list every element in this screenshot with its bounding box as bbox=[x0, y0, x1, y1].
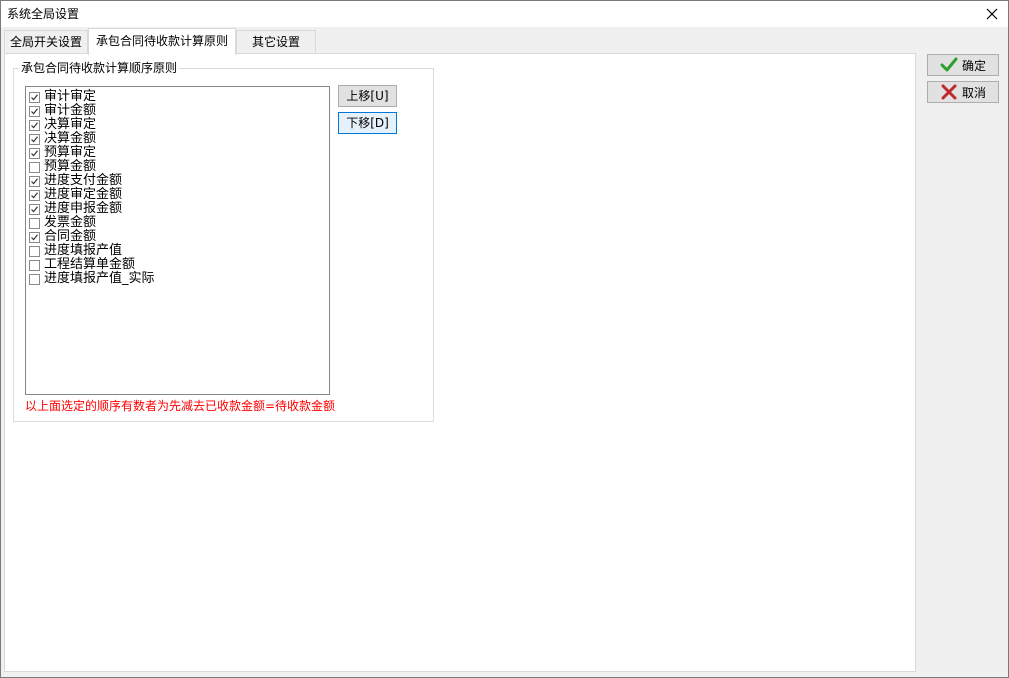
move-down-button[interactable]: 下移[D] bbox=[338, 112, 397, 134]
ok-label: 确定 bbox=[961, 58, 986, 73]
checkbox[interactable] bbox=[29, 147, 40, 159]
list-item-label: 进度申报金额 bbox=[44, 201, 123, 216]
cancel-label: 取消 bbox=[961, 85, 986, 100]
checkbox[interactable] bbox=[29, 231, 40, 243]
checkbox[interactable] bbox=[29, 203, 40, 215]
list-item[interactable]: 工程结算单金额 bbox=[29, 258, 135, 272]
list-item-label: 决算金额 bbox=[44, 131, 97, 146]
list-item-label: 审计金额 bbox=[44, 103, 97, 118]
checkbox[interactable] bbox=[29, 245, 40, 257]
ok-button[interactable]: 确定 bbox=[927, 54, 999, 76]
window-title: 系统全局设置 bbox=[7, 7, 80, 21]
checkbox[interactable] bbox=[29, 217, 40, 229]
settings-window: 系统全局设置 全局开关设置 承包合同待收款计算原则 其它设置 承包合同待收款计算… bbox=[0, 0, 1009, 678]
list-item[interactable]: 审计金额 bbox=[29, 104, 96, 118]
list-item-label: 进度填报产值 bbox=[44, 243, 123, 258]
list-item[interactable]: 进度填报产值_实际 bbox=[29, 272, 155, 286]
checkmark-icon bbox=[940, 57, 958, 72]
checkbox[interactable] bbox=[29, 189, 40, 201]
list-item[interactable]: 合同金额 bbox=[29, 230, 96, 244]
x-icon bbox=[941, 84, 957, 100]
title-bar: 系统全局设置 bbox=[1, 1, 1008, 27]
list-item-label: 发票金额 bbox=[44, 215, 97, 230]
list-item[interactable]: 决算金额 bbox=[29, 132, 96, 146]
checkbox[interactable] bbox=[29, 161, 40, 173]
list-item-label: 合同金额 bbox=[44, 229, 97, 244]
tab-strip: 全局开关设置 承包合同待收款计算原则 其它设置 bbox=[4, 28, 324, 55]
close-button[interactable] bbox=[982, 4, 1002, 24]
checkbox[interactable] bbox=[29, 119, 40, 131]
list-item[interactable]: 预算金额 bbox=[29, 160, 96, 174]
tab-receivable-rules[interactable]: 承包合同待收款计算原则 bbox=[88, 28, 236, 55]
list-item-label: 审计审定 bbox=[44, 89, 97, 104]
tab-other-settings[interactable]: 其它设置 bbox=[236, 30, 316, 53]
checkbox[interactable] bbox=[29, 273, 40, 285]
list-item-label: 预算金额 bbox=[44, 159, 97, 174]
list-item-label: 进度填报产值_实际 bbox=[44, 271, 155, 286]
checkbox[interactable] bbox=[29, 259, 40, 271]
checkbox[interactable] bbox=[29, 175, 40, 187]
order-rules-list[interactable]: 审计审定 审计金额 决算审定 决算金额 预算审定 预算金额 进度支付金额 进度审定金额 进度申报… bbox=[25, 86, 330, 395]
order-rules-group: 承包合同待收款计算顺序原则 审计审定 审计金额 决算审定 决算金额 预算审定 预算金额 进度… bbox=[13, 61, 434, 422]
list-item-label: 决算审定 bbox=[44, 117, 97, 132]
list-item[interactable]: 进度支付金额 bbox=[29, 174, 122, 188]
cancel-button[interactable]: 取消 bbox=[927, 81, 999, 103]
tab-global-switches[interactable]: 全局开关设置 bbox=[4, 30, 88, 53]
checkbox[interactable] bbox=[29, 105, 40, 117]
list-item[interactable]: 进度审定金额 bbox=[29, 188, 122, 202]
list-item-label: 进度支付金额 bbox=[44, 173, 123, 188]
group-title: 承包合同待收款计算顺序原则 bbox=[19, 61, 180, 75]
list-item-label: 进度审定金额 bbox=[44, 187, 123, 202]
list-item-label: 预算审定 bbox=[44, 145, 97, 160]
list-item[interactable]: 发票金额 bbox=[29, 216, 96, 230]
move-up-button[interactable]: 上移[U] bbox=[338, 85, 397, 107]
tab-panel: 承包合同待收款计算顺序原则 审计审定 审计金额 决算审定 决算金额 预算审定 预算金额 进度… bbox=[4, 53, 916, 672]
checkbox[interactable] bbox=[29, 133, 40, 145]
hint-text: 以上面选定的顺序有数者为先减去已收款金额=待收款金额 bbox=[25, 399, 336, 413]
close-icon bbox=[986, 8, 998, 20]
list-item[interactable]: 预算审定 bbox=[29, 146, 96, 160]
list-item-label: 工程结算单金额 bbox=[44, 257, 136, 272]
list-item[interactable]: 审计审定 bbox=[29, 90, 96, 104]
list-item[interactable]: 进度申报金额 bbox=[29, 202, 122, 216]
list-item[interactable]: 决算审定 bbox=[29, 118, 96, 132]
list-item[interactable]: 进度填报产值 bbox=[29, 244, 122, 258]
checkbox[interactable] bbox=[29, 91, 40, 103]
